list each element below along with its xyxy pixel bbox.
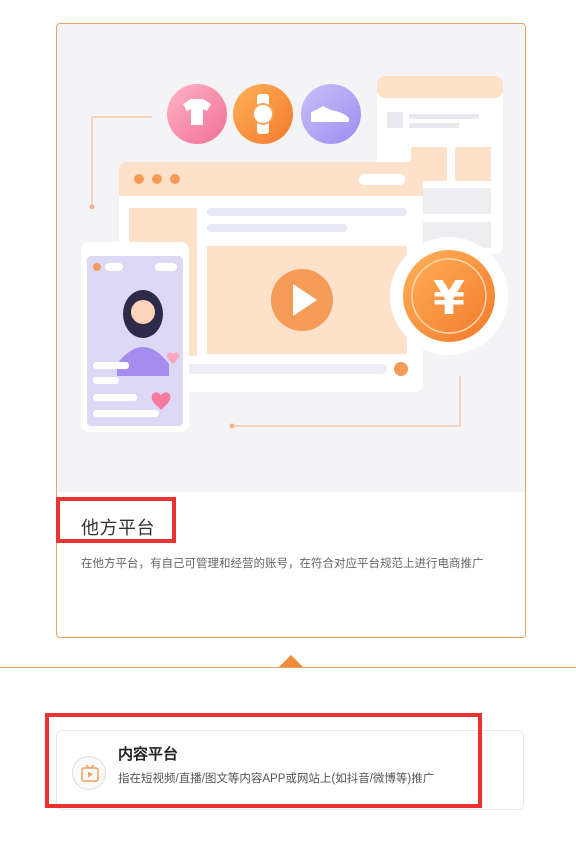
watch-icon bbox=[233, 84, 293, 144]
section-divider bbox=[0, 667, 576, 668]
svg-text:¥: ¥ bbox=[433, 271, 465, 325]
card-description: 在他方平台，有自己可管理和经营的账号，在符合对应平台规范上进行电商推广 bbox=[81, 558, 484, 570]
ecommerce-illustration: ¥ bbox=[57, 24, 525, 492]
other-platform-card[interactable]: ¥ bbox=[56, 23, 526, 638]
active-pointer-triangle bbox=[279, 655, 303, 667]
content-platform-highlight-box bbox=[45, 713, 482, 808]
shoe-icon bbox=[301, 84, 361, 144]
tshirt-icon bbox=[167, 84, 227, 144]
play-icon bbox=[271, 269, 333, 331]
yuan-coin-icon: ¥ bbox=[390, 237, 508, 355]
card-title: 他方平台 bbox=[81, 518, 155, 538]
